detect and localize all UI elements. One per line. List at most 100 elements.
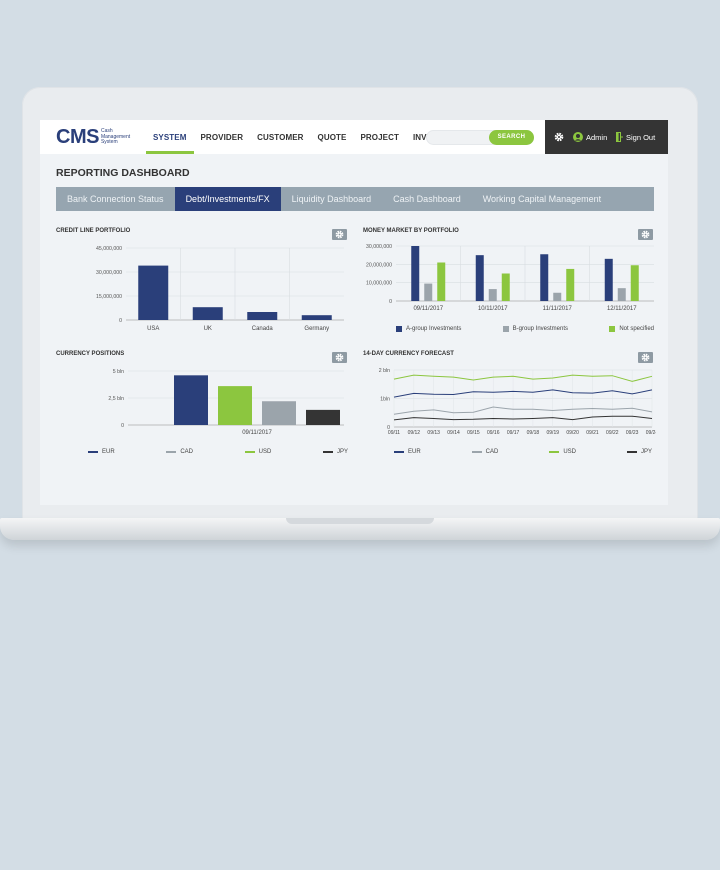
legend-label: USD: [563, 449, 576, 455]
tab-cash-dashboard[interactable]: Cash Dashboard: [382, 187, 472, 211]
tab-bank-connection-status[interactable]: Bank Connection Status: [56, 187, 175, 211]
x-tick-label: 09/11: [388, 430, 400, 436]
x-tick-label: 09/12: [408, 430, 421, 436]
x-tick-label: 10/11/2017: [478, 306, 508, 312]
bar: [424, 283, 433, 301]
x-tick-label: USA: [147, 326, 159, 332]
x-tick-label: UK: [204, 326, 212, 332]
credit-settings-button[interactable]: [332, 229, 347, 240]
laptop-notch: [286, 518, 434, 524]
legend-swatch: [396, 326, 402, 332]
bar: [540, 254, 549, 301]
gear-icon[interactable]: [554, 132, 564, 142]
legend-swatch: [549, 451, 560, 453]
sign-out-label: Sign Out: [626, 132, 656, 142]
x-tick-label: Germany: [304, 326, 329, 332]
gear-icon: [335, 230, 344, 239]
x-tick-label: 09/16: [487, 430, 500, 436]
y-tick-label: 10,000,000: [366, 281, 392, 287]
legend-item: B-group Investments: [502, 326, 569, 332]
user-icon: [573, 132, 583, 142]
legend-item: Not specified: [609, 326, 654, 332]
user-bar: Admin Sign Out: [545, 120, 668, 154]
search-button[interactable]: SEARCH: [489, 130, 534, 145]
legend-item: EUR: [394, 449, 421, 455]
legend-label: CAD: [180, 449, 193, 455]
y-tick-label: 20,000,000: [366, 262, 392, 268]
x-tick-label: 12/11/2017: [607, 306, 637, 312]
bar: [553, 292, 562, 301]
logo-subtitle: Cash Management System: [101, 129, 135, 146]
bar: [247, 312, 278, 320]
x-tick-label: 09/11/2017: [413, 306, 443, 312]
x-tick-label: 09/17: [507, 430, 520, 436]
sign-out-icon: [616, 132, 623, 142]
currency-legend: EUR CAD USD JPY: [88, 449, 348, 455]
legend-swatch: [394, 451, 404, 453]
nav-quote[interactable]: QUOTE: [311, 120, 354, 154]
legend-label: USD: [258, 449, 272, 455]
legend-label: EUR: [102, 449, 115, 455]
dashboard-tabs: Bank Connection Status Debt/Investments/…: [56, 187, 654, 211]
legend-swatch: [88, 451, 98, 453]
currency-positions-chart: 0 2,5 bln 5 bln 09/11/2017: [108, 369, 344, 436]
legend-swatch: [626, 451, 637, 453]
bar: [604, 258, 613, 301]
tab-liquidity-dashboard[interactable]: Liquidity Dashboard: [281, 187, 383, 211]
cms-logo[interactable]: CMS Cash Management System: [56, 126, 135, 149]
sign-out-button[interactable]: Sign Out: [616, 132, 655, 142]
nav-customer[interactable]: CUSTOMER: [250, 120, 310, 154]
x-tick-label: 09/22: [606, 430, 619, 436]
bar: [262, 401, 296, 425]
x-tick-label: 09/13: [427, 430, 440, 436]
bar: [306, 409, 340, 425]
y-tick-label: 0: [119, 318, 122, 324]
main-nav: SYSTEM PROVIDER CUSTOMER QUOTE PROJECT I…: [146, 120, 463, 154]
y-tick-label: 2,5 bln: [108, 396, 124, 402]
bar: [630, 265, 639, 301]
currency-panel-title: CURRENCY POSITIONS: [56, 351, 125, 357]
x-tick-label: 09/24: [646, 430, 656, 436]
legend-item: USD: [244, 449, 272, 455]
x-tick-label: 09/11/2017: [242, 430, 272, 436]
bar: [566, 268, 575, 301]
legend-label: B-group Investments: [512, 326, 569, 332]
series-line: [393, 374, 653, 382]
legend-label: JPY: [336, 449, 348, 455]
y-tick-label: 15,000,000: [96, 294, 122, 300]
y-tick-label: 2 bln: [379, 368, 390, 374]
legend-label: CAD: [485, 449, 499, 455]
legend-item: JPY: [626, 449, 652, 455]
legend-item: A-group Investments: [396, 326, 461, 332]
admin-menu[interactable]: Admin: [573, 132, 607, 142]
x-tick-label: Canada: [252, 326, 274, 332]
search-input[interactable]: [433, 132, 489, 143]
bar: [501, 273, 510, 301]
page-title: REPORTING DASHBOARD: [56, 167, 190, 179]
tab-working-capital-management[interactable]: Working Capital Management: [472, 187, 612, 211]
gear-icon: [641, 353, 650, 362]
top-header: CMS Cash Management System SYSTEM PROVID…: [40, 120, 668, 154]
legend-label: Not specified: [619, 326, 654, 332]
money-settings-button[interactable]: [638, 229, 653, 240]
gear-icon: [641, 230, 650, 239]
y-tick-label: 30,000,000: [366, 244, 392, 250]
tab-debt-investments-fx[interactable]: Debt/Investments/FX: [174, 187, 281, 211]
laptop-base: [0, 518, 720, 540]
forecast-settings-button[interactable]: [638, 352, 653, 363]
legend-item: JPY: [322, 449, 348, 455]
credit-panel-title: CREDIT LINE PORTFOLIO: [56, 228, 131, 234]
legend-swatch: [471, 451, 482, 453]
bar: [411, 246, 420, 301]
forecast-panel-title: 14-DAY CURRENCY FORECAST: [363, 351, 454, 357]
nav-provider[interactable]: PROVIDER: [194, 120, 251, 154]
currency-settings-button[interactable]: [332, 352, 347, 363]
bar: [301, 315, 332, 320]
y-tick-label: 0: [389, 299, 392, 305]
search-box: SEARCH: [426, 130, 534, 145]
nav-project[interactable]: PROJECT: [353, 120, 406, 154]
bar: [437, 262, 446, 301]
bar: [475, 255, 484, 301]
money-panel-title: MONEY MARKET BY PORTFOLIO: [363, 228, 459, 234]
nav-system[interactable]: SYSTEM: [146, 120, 194, 154]
